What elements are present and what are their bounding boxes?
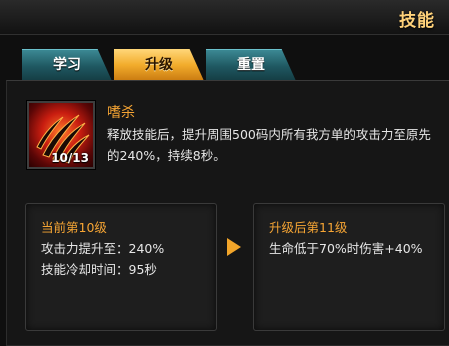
current-level-card: 当前第10级 攻击力提升至：240% 技能冷却时间：95秒	[25, 203, 217, 331]
current-level-attack: 攻击力提升至：240%	[41, 241, 165, 256]
skill-panel: 10/13 嗜杀 释放技能后，提升周围500码内所有我方单的攻击力至原先的240…	[6, 80, 449, 346]
skill-level-max: /13	[67, 151, 89, 165]
next-level-bonus: 生命低于70%时伤害+40%	[269, 241, 423, 256]
tab-learn[interactable]: 学习	[22, 49, 112, 81]
next-level-title: 升级后第11级	[269, 220, 348, 235]
arrow-right-icon	[227, 238, 241, 256]
next-level-card: 升级后第11级 生命低于70%时伤害+40%	[253, 203, 445, 331]
tab-reset[interactable]: 重置	[206, 49, 296, 81]
skill-level-readout: 10/13	[51, 151, 89, 165]
tab-upgrade[interactable]: 升级	[114, 49, 204, 81]
window-title: 技能	[399, 11, 435, 31]
current-level-cooldown: 技能冷却时间：95秒	[41, 262, 157, 277]
tab-bar: 学习 升级 重置	[22, 49, 322, 81]
title-bar: 技能	[0, 0, 449, 35]
skill-level-current: 10	[51, 151, 68, 165]
current-level-title: 当前第10级	[41, 220, 107, 235]
skill-icon[interactable]: 10/13	[27, 101, 95, 169]
skill-name: 嗜杀	[107, 105, 135, 121]
skill-description: 释放技能后，提升周围500码内所有我方单的攻击力至原先的240%，持续8秒。	[107, 127, 431, 163]
